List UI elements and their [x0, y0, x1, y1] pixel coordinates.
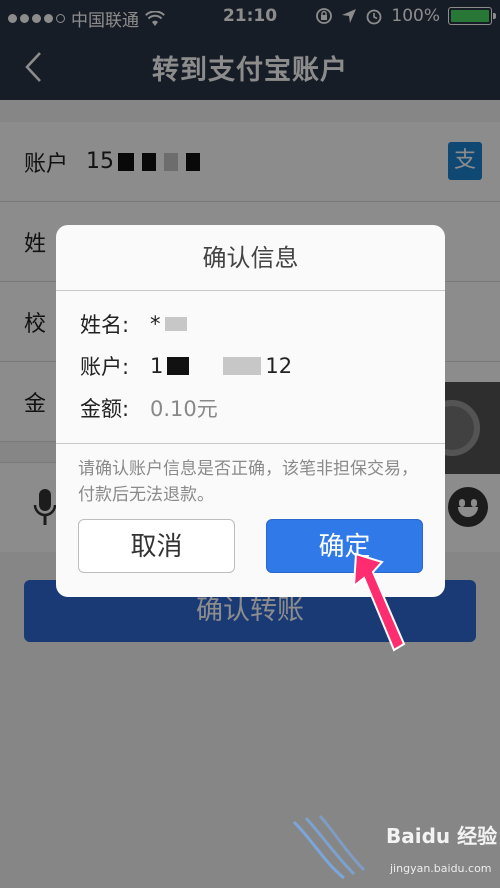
dialog-account-row: 账户: 1 12 [80, 345, 445, 387]
watermark-url: jingyan.baidu.com [390, 862, 492, 875]
dialog-name-row: 姓名: * [80, 303, 445, 345]
cancel-button[interactable]: 取消 [78, 519, 235, 573]
pointer-arrow-icon [352, 552, 406, 652]
dialog-amount-row: 金额: 0.10元 [80, 387, 445, 429]
dialog-warning-note: 请确认账户信息是否正确，该笔非担保交易，付款后无法退款。 [78, 459, 418, 505]
masked-account [223, 357, 262, 375]
dialog-info: 姓名: * 账户: 1 12 金额: 0.10元 [56, 291, 445, 429]
masked-account [167, 357, 190, 375]
dialog-title: 确认信息 [56, 225, 445, 291]
dialog-amount-key: 金额: [80, 397, 130, 421]
dialog-account-suffix: 12 [265, 354, 293, 378]
dialog-name-value: * [150, 312, 161, 336]
dialog-amount-value: 0.10元 [150, 397, 218, 421]
watermark-brand: Baidu 经验 [386, 824, 498, 848]
dialog-account-prefix: 1 [150, 354, 164, 378]
dialog-account-key: 账户: [80, 355, 130, 379]
dialog-name-key: 姓名: [80, 313, 130, 337]
masked-name [164, 317, 187, 331]
